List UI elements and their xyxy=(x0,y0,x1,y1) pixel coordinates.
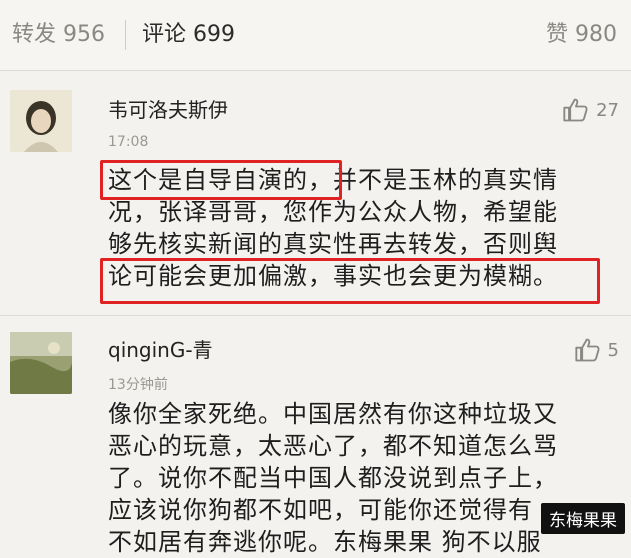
avatar-image xyxy=(10,332,72,394)
comment-username[interactable]: qinginG-青 xyxy=(108,334,213,363)
comment-line: 这个是自导自演的，并不是玉林的真实情 xyxy=(108,166,558,194)
comment-like-button[interactable]: 27 xyxy=(562,96,619,124)
comment-like-count: 5 xyxy=(607,339,619,361)
comment-tabs-bar: 转发 956 评论 699 赞 980 xyxy=(0,0,631,71)
tab-comment[interactable]: 评论 699 xyxy=(142,16,235,48)
comment-timestamp: 17:08 xyxy=(108,134,149,150)
comment-body: 像你全家死绝。中国居然有你这种垃圾又 恶心的玩意，太恶心了，都不知道怎么骂 了。… xyxy=(108,398,613,558)
thumbs-up-icon xyxy=(563,98,588,122)
comment-timestamp: 13分钟前 xyxy=(108,377,168,393)
comment-line: 不如居有奔逃你呢。东梅果果 狗不以服 xyxy=(108,528,542,556)
comment-line: 恶心的玩意，太恶心了，都不知道怎么骂 xyxy=(108,432,558,460)
comment-like-count: 27 xyxy=(596,99,619,121)
comment-line: 了。说你不配当中国人都没说到点子上， xyxy=(108,464,558,492)
watermark-label: 东梅果果 xyxy=(541,503,625,534)
tab-repost[interactable]: 转发 956 xyxy=(12,16,105,48)
thumbs-up-icon xyxy=(574,338,600,362)
comment-line: 像你全家死绝。中国居然有你这种垃圾又 xyxy=(108,400,558,428)
avatar-image xyxy=(10,90,72,152)
avatar[interactable] xyxy=(10,90,72,152)
comment-username[interactable]: 韦可洛夫斯伊 xyxy=(108,94,228,123)
tab-like-label: 赞 980 xyxy=(546,22,617,47)
comment-line: 够先核实新闻的真实性再去转发，否则舆 xyxy=(108,230,558,258)
comment-line: 况，张译哥哥，您作为公众人物，希望能 xyxy=(108,198,558,226)
tab-like[interactable]: 赞 980 xyxy=(546,16,617,48)
comment-line: 应该说你狗都不如吧，可能你还觉得有 xyxy=(108,496,533,524)
comment-item: 韦可洛夫斯伊 17:08 27 这个是自导自演的，并不是玉林的真实情 况，张译哥… xyxy=(0,72,631,316)
comment-like-button[interactable]: 5 xyxy=(574,336,619,364)
comment-line: 论可能会更加偏激，事实也会更为模糊。 xyxy=(108,262,558,290)
comment-body: 这个是自导自演的，并不是玉林的真实情 况，张译哥哥，您作为公众人物，希望能 够先… xyxy=(108,164,613,292)
comment-item: qinginG-青 13分钟前 5 像你全家死绝。中国居然有你这种垃圾又 恶心的… xyxy=(0,316,631,556)
avatar[interactable] xyxy=(10,332,72,394)
tab-divider xyxy=(125,20,126,50)
